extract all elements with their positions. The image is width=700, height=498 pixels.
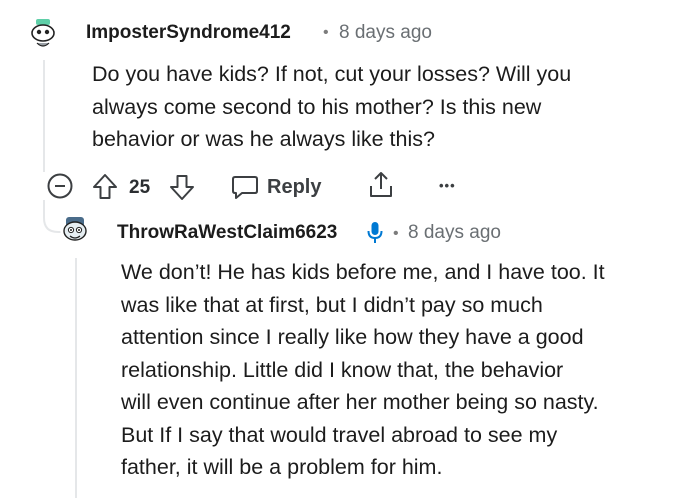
comment-line: Do you have kids? If not, cut your losse… (92, 62, 572, 86)
reply-line: relationship. Little did I know that, th… (121, 357, 564, 382)
reply-line: But If I say that would travel abroad to… (121, 422, 558, 447)
op-microphone-icon (367, 221, 383, 245)
meta-separator: • (323, 24, 329, 41)
snoo-avatar-icon (60, 214, 90, 244)
reply-line: We don’t! He has kids before me, and I h… (121, 260, 605, 284)
comment-line: behavior or was he always like this? (92, 127, 435, 151)
microphone-icon (367, 222, 383, 243)
reply-line: attention since I really like how they h… (121, 325, 584, 349)
share-icon (370, 172, 392, 197)
upvote-arrow-icon (93, 174, 117, 199)
thread-line-reply[interactable] (75, 258, 77, 498)
comment-body: Do you have kids? If not, cut your losse… (92, 58, 652, 156)
reply-username[interactable]: ThrowRaWestClaim6623 (117, 222, 337, 244)
reply-timestamp[interactable]: 8 days ago (408, 222, 501, 244)
speech-bubble-icon (232, 176, 258, 199)
vote-count: 25 (129, 177, 151, 198)
comment-username[interactable]: ImposterSyndrome412 (86, 22, 291, 44)
meta-separator: • (393, 225, 399, 242)
comment-timestamp[interactable]: 8 days ago (339, 22, 432, 44)
avatar[interactable] (60, 214, 90, 244)
collapse-button[interactable] (47, 173, 73, 199)
reply-body: We don’t! He has kids before me, and I h… (121, 256, 691, 484)
more-options-icon: ••• (439, 178, 456, 193)
reply-line: father, it will be a problem for him. (121, 455, 443, 479)
reply-line: was like that at first, but I didn’t pay… (121, 292, 543, 317)
downvote-button[interactable] (168, 172, 196, 202)
reply-button[interactable]: Reply (230, 172, 330, 202)
snoo-avatar-icon (26, 16, 60, 50)
avatar[interactable] (26, 16, 60, 50)
share-button[interactable] (367, 170, 395, 200)
minus-circle-icon (47, 173, 73, 199)
reply-line: will even continue after her mother bein… (121, 390, 599, 414)
thread-line-parent[interactable] (43, 60, 45, 172)
reply-label: Reply (267, 176, 322, 198)
more-options-button[interactable]: ••• (439, 178, 456, 193)
downvote-arrow-icon (170, 175, 194, 200)
comment-line: always come second to his mother? Is thi… (92, 94, 542, 119)
upvote-button[interactable] (91, 172, 119, 202)
